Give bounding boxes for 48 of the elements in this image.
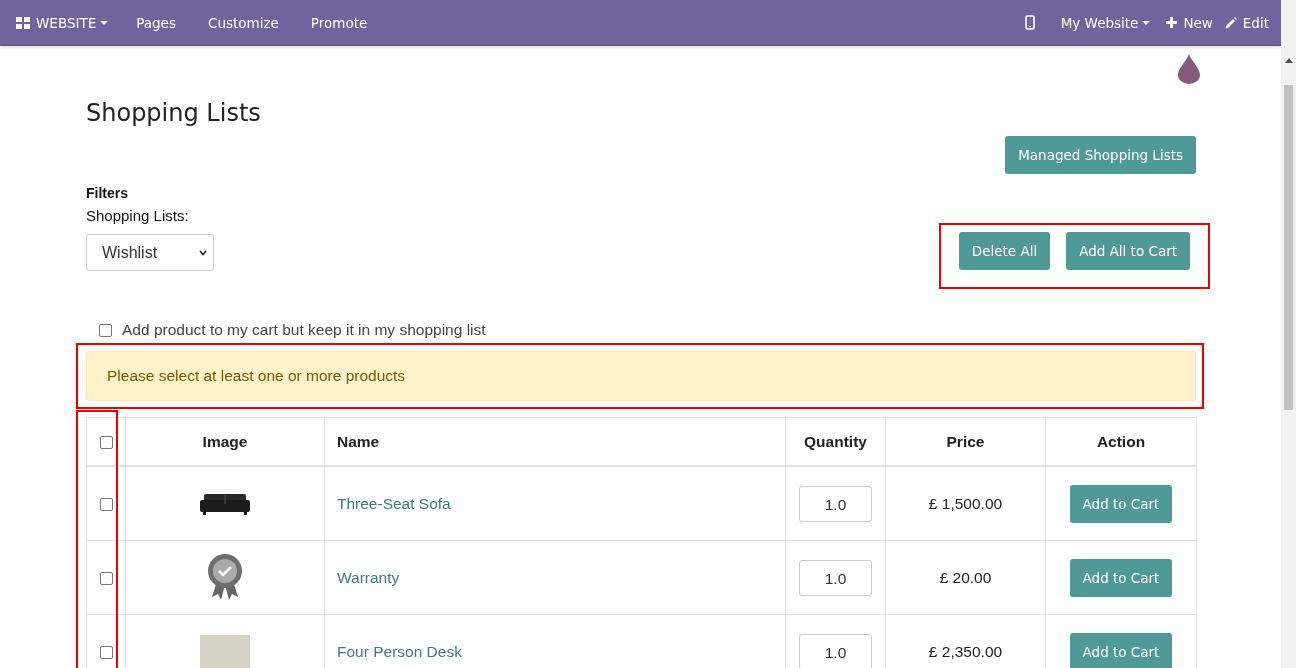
column-header: Quantity	[785, 417, 886, 466]
edit-button[interactable]: Edit	[1224, 14, 1281, 31]
scroll-up-icon[interactable]	[1284, 58, 1293, 63]
column-header: Action	[1045, 417, 1197, 466]
sofa-drawing	[200, 491, 250, 516]
add-to-cart-button[interactable]: Add to Cart	[1069, 632, 1173, 668]
scrollbar[interactable]	[1281, 0, 1296, 668]
quantity-field[interactable]: 1.0	[799, 485, 872, 522]
column-header: Image	[125, 417, 325, 466]
add-to-cart-button[interactable]: Add to Cart	[1069, 558, 1173, 597]
column-header: Price	[885, 417, 1046, 466]
plus-icon	[1166, 17, 1178, 28]
product-link[interactable]: Three-Seat Sofa	[337, 494, 451, 512]
product-link[interactable]: Four Person Desk	[337, 642, 462, 660]
app-menu[interactable]: WEBSITE	[16, 14, 121, 31]
menu-item[interactable]: Promote	[294, 14, 384, 31]
column-header: Name	[324, 417, 786, 466]
product-link[interactable]: Warranty	[337, 568, 400, 586]
mobile-icon[interactable]	[1024, 15, 1035, 30]
grid-icon	[16, 16, 30, 29]
keep-checkbox[interactable]	[99, 323, 112, 337]
chevron-down-icon	[199, 249, 207, 256]
new-button[interactable]: New	[1166, 14, 1225, 31]
row-checkbox[interactable]	[99, 571, 113, 585]
select-all-checkbox[interactable]	[99, 435, 113, 449]
keep-option-label: Add product to my cart but keep it in my shopping list	[122, 321, 486, 339]
quantity-field[interactable]: 1.0	[799, 559, 872, 596]
row-checkbox[interactable]	[99, 497, 113, 511]
row-checkbox[interactable]	[99, 645, 113, 659]
menu-item[interactable]: Pages	[120, 14, 192, 31]
site-menu[interactable]: My Website	[1044, 14, 1167, 31]
pencil-icon	[1224, 16, 1237, 29]
add-to-cart-button[interactable]: Add to Cart	[1069, 484, 1173, 523]
filters-heading: Filters	[86, 185, 129, 201]
warning-alert: Please select at least one or more products	[86, 351, 1196, 401]
list-select[interactable]: Wishlist	[86, 234, 214, 271]
quantity-field[interactable]: 1.0	[799, 633, 872, 668]
bulk-action-button[interactable]: Add All to Cart	[1066, 232, 1190, 270]
price-cell: £ 20.00	[885, 540, 1046, 615]
bulk-action-button[interactable]: Delete All	[958, 232, 1051, 270]
shopping-lists-label: Shopping Lists:	[86, 207, 190, 224]
menu-item[interactable]: Customize	[191, 14, 295, 31]
drop-icon	[1178, 54, 1200, 84]
manage-lists-button[interactable]: Managed Shopping Lists	[1005, 136, 1196, 174]
price-cell: £ 1,500.00	[885, 466, 1046, 541]
page-title: Shopping Lists	[86, 99, 261, 127]
photo-placeholder	[200, 634, 250, 668]
scrollbar-thumb[interactable]	[1284, 85, 1293, 410]
